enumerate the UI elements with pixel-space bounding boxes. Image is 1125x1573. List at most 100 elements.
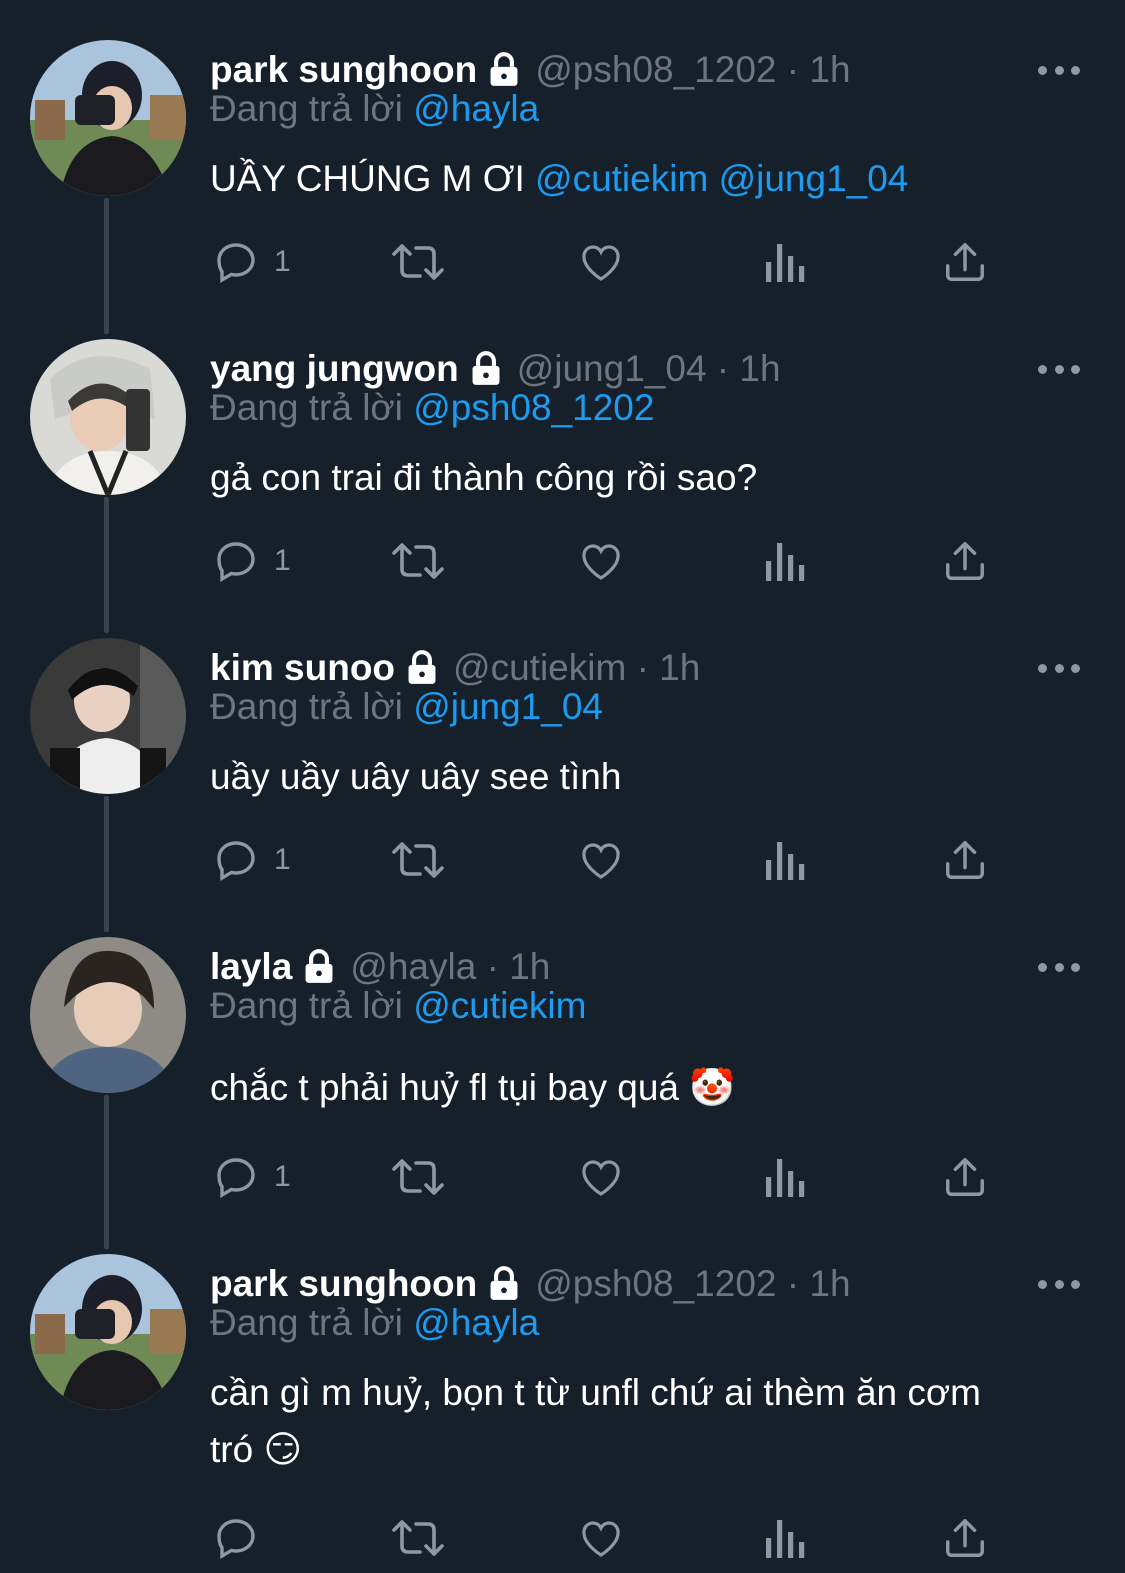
tweet-text-segment (708, 158, 718, 199)
tweet-text-segment: gả con trai đi thành công rồi sao? (210, 457, 758, 498)
avatar[interactable] (30, 638, 186, 794)
replying-to: Đang trả lời @jung1_04 (210, 686, 603, 728)
share-button[interactable] (942, 537, 988, 585)
tweet-text-segment: chắc t phải huỷ fl tụi bay quá 🤡 (210, 1067, 736, 1108)
reply-button[interactable]: 1 (212, 836, 291, 884)
more-dots-icon[interactable] (1038, 56, 1080, 84)
replying-to: Đang trả lời @hayla (210, 88, 539, 130)
mention-link[interactable]: @jung1_04 (719, 158, 909, 199)
tweet-actions: 1 (210, 537, 1010, 587)
mention-link[interactable]: @cutiekim (535, 158, 708, 199)
avatar[interactable] (30, 937, 186, 1093)
display-name[interactable]: layla (210, 946, 292, 988)
display-name[interactable]: yang jungwon (210, 348, 459, 390)
like-button[interactable] (576, 238, 626, 286)
handle-and-time[interactable]: @cutiekim · 1h (453, 647, 700, 689)
replying-to: Đang trả lời @cutiekim (210, 985, 586, 1027)
more-dots-icon[interactable] (1038, 1270, 1080, 1298)
reply-mention-link[interactable]: @hayla (413, 88, 539, 129)
tweet-text: gả con trai đi thành công rồi sao? (210, 449, 1090, 506)
reply-button[interactable] (212, 1514, 260, 1562)
analytics-icon (766, 543, 805, 581)
replying-to-label: Đang trả lời (210, 1302, 414, 1343)
reply-icon (217, 1158, 255, 1198)
reply-icon (217, 841, 255, 881)
like-button[interactable] (576, 836, 626, 884)
analytics-icon (766, 1520, 805, 1558)
more-dots-icon[interactable] (1038, 654, 1080, 682)
views-button[interactable] (762, 836, 806, 884)
reply-count: 1 (274, 843, 291, 876)
views-button[interactable] (762, 1514, 806, 1562)
reply-mention-link[interactable]: @cutiekim (413, 985, 586, 1026)
display-name[interactable]: park sunghoon (210, 1263, 477, 1305)
handle-and-time[interactable]: @jung1_04 · 1h (517, 348, 781, 390)
views-button[interactable] (762, 537, 806, 585)
views-button[interactable] (762, 238, 806, 286)
share-icon (946, 1158, 984, 1196)
retweet-button[interactable] (390, 836, 446, 884)
tweet-text: cần gì m huỷ, bọn t từ unfl chứ ai thèm … (210, 1364, 1090, 1478)
more-dots-icon[interactable] (1038, 953, 1080, 981)
reply-mention-link[interactable]: @psh08_1202 (413, 387, 654, 428)
like-button[interactable] (576, 1153, 626, 1201)
retweet-button[interactable] (390, 1153, 446, 1201)
retweet-button[interactable] (390, 537, 446, 585)
tweet-text: uầy uầy uây uây see tình (210, 748, 1090, 805)
retweet-button[interactable] (390, 238, 446, 286)
reply-icon (217, 243, 255, 283)
avatar[interactable] (30, 339, 186, 495)
replying-to: Đang trả lời @psh08_1202 (210, 387, 654, 429)
share-icon (946, 1519, 984, 1557)
heart-icon (582, 1521, 620, 1557)
reply-mention-link[interactable]: @jung1_04 (413, 686, 603, 727)
analytics-icon (766, 842, 805, 880)
retweet-button[interactable] (390, 1514, 446, 1562)
display-name[interactable]: kim sunoo (210, 647, 395, 689)
reply-button[interactable]: 1 (212, 1153, 291, 1201)
share-button[interactable] (942, 836, 988, 884)
like-button[interactable] (576, 1514, 626, 1562)
analytics-icon (766, 244, 805, 282)
tweet-text-segment: UẦY CHÚNG M ƠI (210, 158, 536, 199)
share-icon (946, 841, 984, 879)
reply-count: 1 (274, 544, 291, 577)
reply-mention-link[interactable]: @hayla (413, 1302, 539, 1343)
retweet-icon (392, 1159, 444, 1195)
avatar[interactable] (30, 1254, 186, 1410)
reply-button[interactable]: 1 (212, 238, 291, 286)
lock-icon (300, 948, 338, 986)
reply-count: 1 (274, 245, 291, 278)
replying-to-label: Đang trả lời (210, 88, 414, 129)
display-name[interactable]: park sunghoon (210, 49, 477, 91)
retweet-icon (392, 244, 444, 280)
heart-icon (582, 843, 620, 879)
lock-icon (485, 51, 523, 89)
like-button[interactable] (576, 537, 626, 585)
thread-line (104, 1095, 109, 1249)
retweet-icon (392, 543, 444, 579)
reply-count: 1 (274, 1160, 291, 1193)
thread-line (104, 198, 109, 334)
tweet-actions: 1 (210, 238, 1010, 288)
share-button[interactable] (942, 1514, 988, 1562)
more-dots-icon[interactable] (1038, 355, 1080, 383)
handle-and-time[interactable]: @psh08_1202 · 1h (535, 1263, 850, 1305)
views-button[interactable] (762, 1153, 806, 1201)
tweet-actions: 1 (210, 1153, 1010, 1203)
reply-button[interactable]: 1 (212, 537, 291, 585)
retweet-icon (392, 842, 444, 878)
heart-icon (582, 544, 620, 580)
share-button[interactable] (942, 238, 988, 286)
thread-line (104, 796, 109, 932)
share-icon (946, 243, 984, 281)
handle-and-time[interactable]: @hayla · 1h (350, 946, 550, 988)
analytics-icon (766, 1159, 805, 1197)
handle-and-time[interactable]: @psh08_1202 · 1h (535, 49, 850, 91)
replying-to-label: Đang trả lời (210, 387, 414, 428)
share-button[interactable] (942, 1153, 988, 1201)
avatar[interactable] (30, 40, 186, 196)
tweet-text-segment: uầy uầy uây uây see tình (210, 756, 622, 797)
reply-icon (217, 542, 255, 582)
replying-to-label: Đang trả lời (210, 686, 414, 727)
